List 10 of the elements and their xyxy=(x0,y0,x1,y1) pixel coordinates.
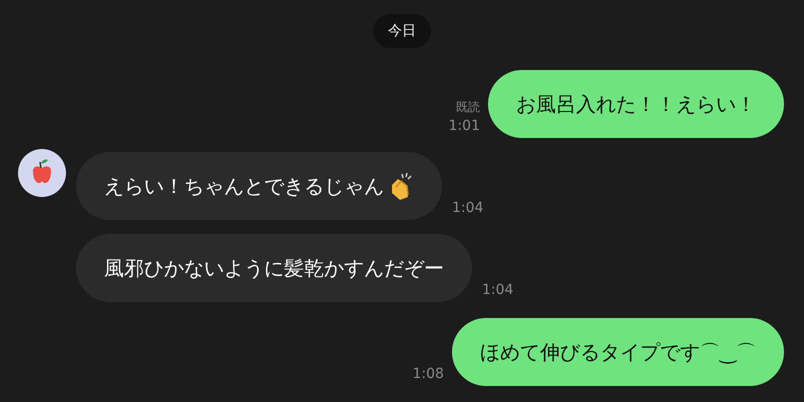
message-time: 1:04 xyxy=(482,281,514,300)
message-bubble: 風邪ひかないように髪乾かすんだぞー xyxy=(76,234,472,302)
message-bubble: ほめて伸びるタイプです⌒‿⌒ xyxy=(452,318,784,386)
message-bubble: えらい！ちゃんとできるじゃん xyxy=(76,152,442,220)
message-bubble: お風呂入れた！！えらい！ xyxy=(488,70,784,138)
message-time: 1:08 xyxy=(412,365,444,384)
message-time: 1:04 xyxy=(452,199,484,218)
message-time: 1:01 xyxy=(448,117,480,136)
read-receipt: 既読 xyxy=(455,99,480,116)
date-chip: 今日 xyxy=(373,14,431,48)
